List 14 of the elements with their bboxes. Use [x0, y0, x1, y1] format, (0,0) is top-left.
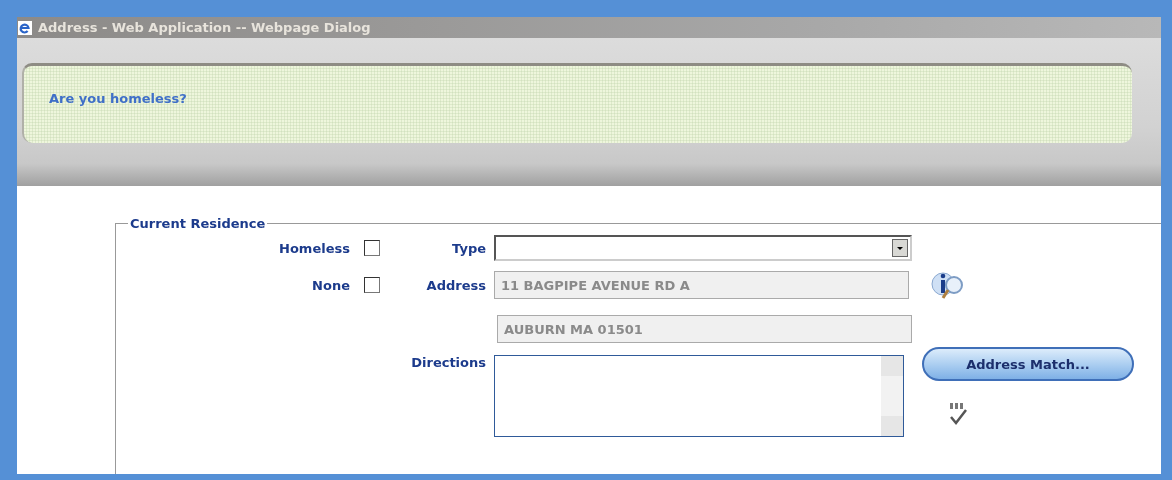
checkbox-label: None: [312, 277, 350, 293]
field-label: Address: [426, 277, 486, 293]
field-label: Type: [452, 240, 486, 256]
checkbox-label: Homeless: [279, 240, 350, 256]
window-title: Address - Web Application -- Webpage Dialog: [38, 20, 371, 35]
fieldset-legend: Current Residence: [128, 216, 268, 231]
checkbox[interactable]: [364, 240, 380, 256]
message-text: Are you homeless?: [49, 91, 187, 106]
checkbox[interactable]: [364, 277, 380, 293]
address-match-button[interactable]: Address Match...: [922, 347, 1134, 381]
field-label: Directions: [411, 355, 486, 370]
type-dropdown[interactable]: [494, 235, 912, 261]
browser-e-icon: [18, 20, 32, 35]
directions-textarea[interactable]: [494, 355, 904, 437]
